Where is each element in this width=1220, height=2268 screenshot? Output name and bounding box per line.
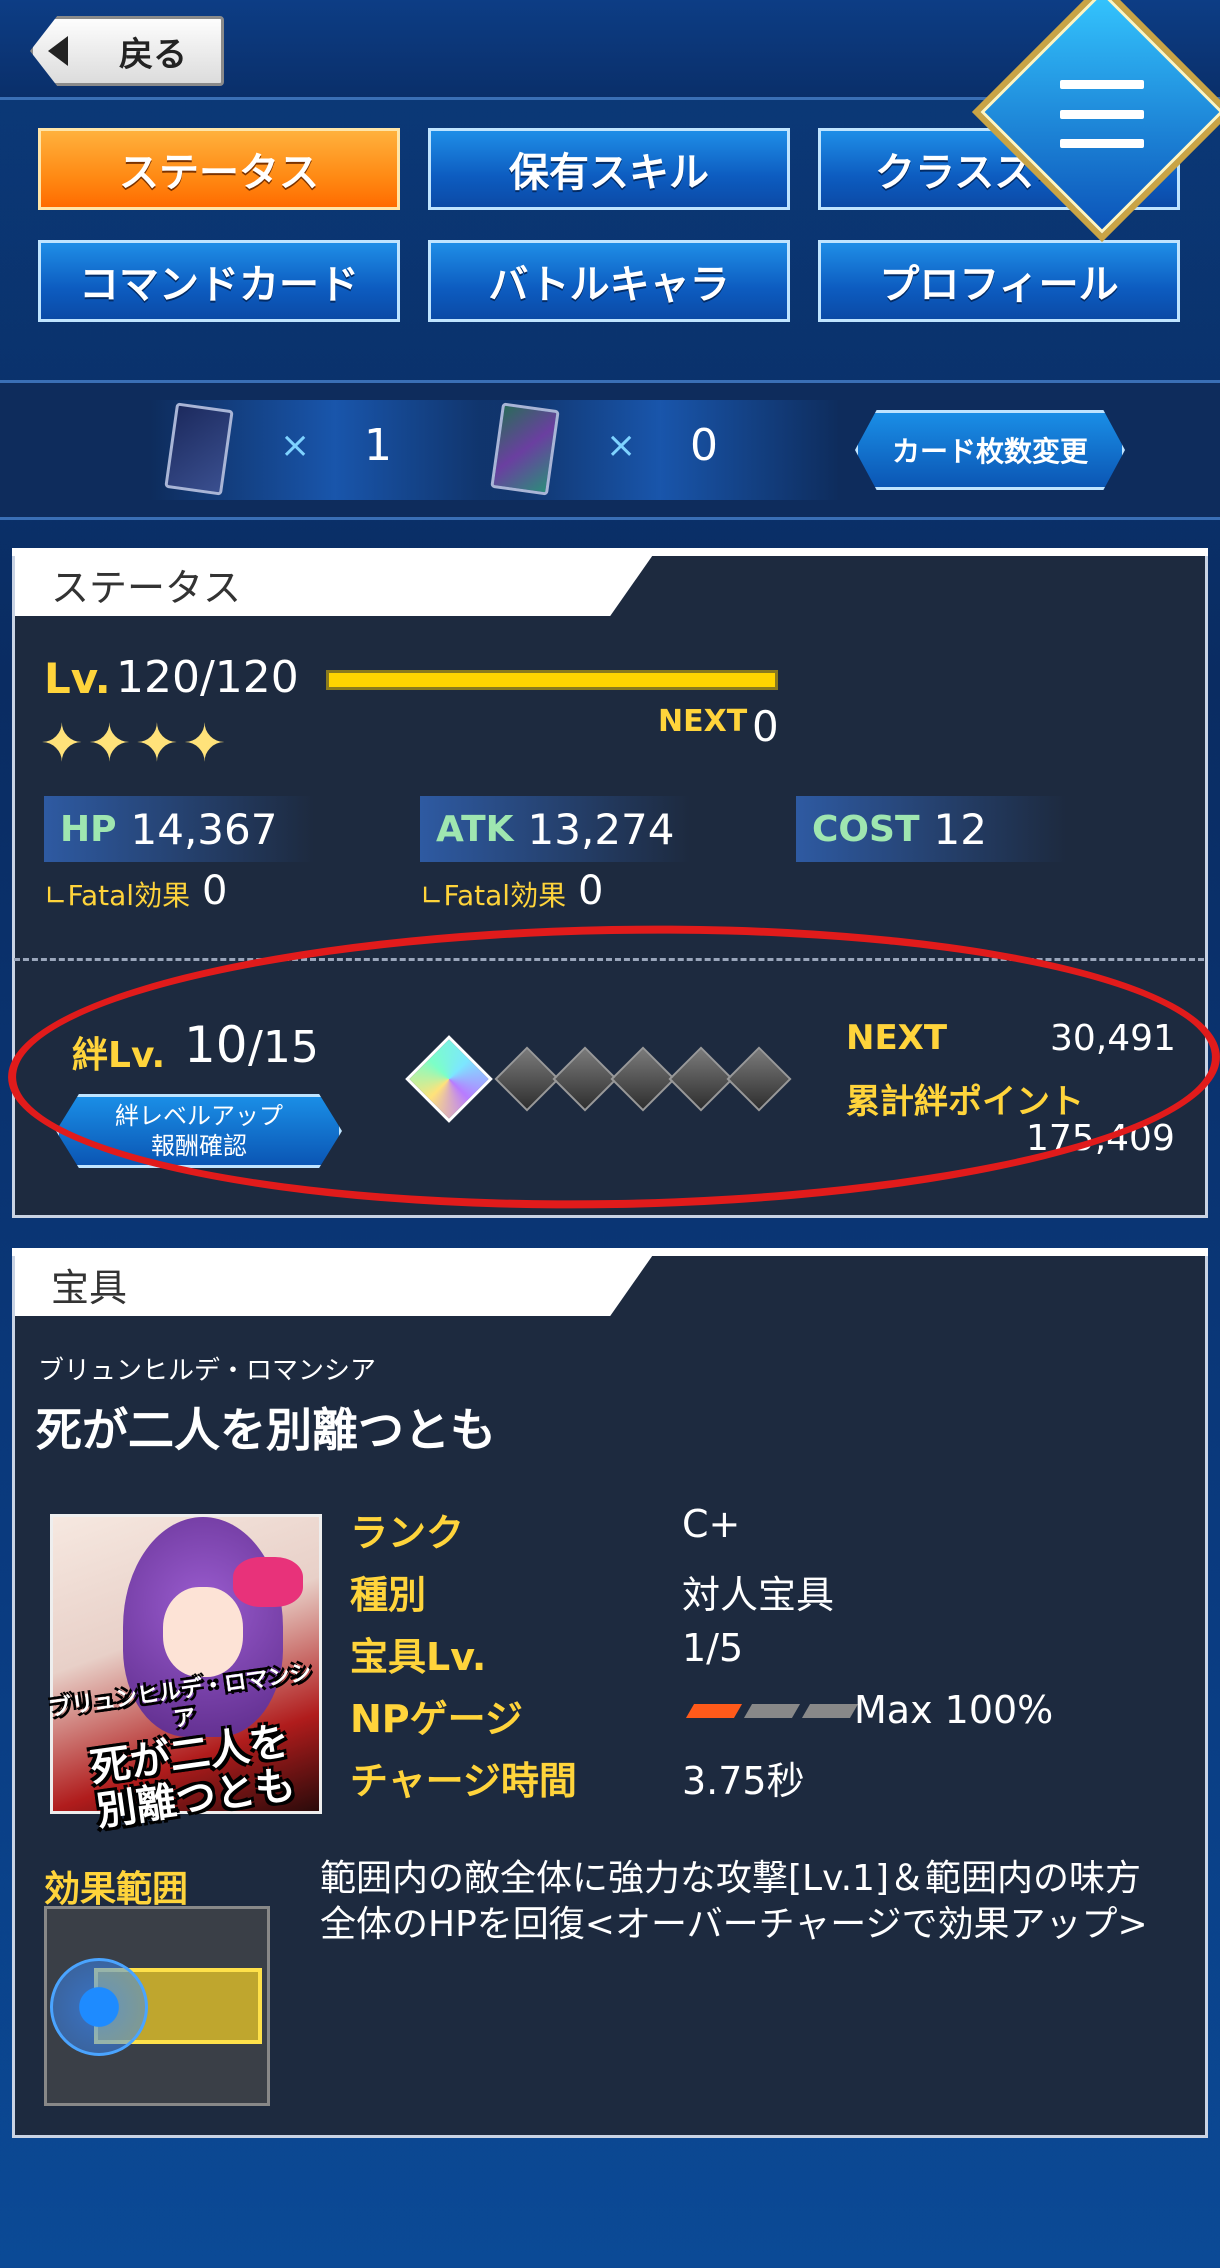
character-ribbon [233,1557,303,1607]
cost-key: COST [812,808,920,850]
type-value: 対人宝具 [682,1573,835,1617]
np-description: 範囲内の敵全体に強力な攻撃[Lv.1]＆範囲内の味方全体のHPを回復<オーバーチ… [320,1858,1148,1945]
rarity-stars: ✦ ✦ ✦ ✦ [40,718,226,770]
np-gauge-value: Max 100% [854,1688,1054,1732]
tab-battle-character[interactable]: バトルキャラ [428,240,790,322]
atk-fatal-value: 0 [578,868,604,914]
card2-count: 0 [690,420,718,471]
star-icon: ✦ [135,714,179,774]
hp-fatal-value: 0 [202,868,228,914]
charge-time-key: チャージ時間 [350,1759,577,1803]
card-back-icon [164,402,234,496]
hp-fatal-label: ∟Fatal効果 [44,879,191,912]
np-ruby: ブリュンヒルデ・ロマンシア [38,1356,377,1386]
status-panel-title: ステータス [15,552,655,616]
atk-stat: ATK 13,274 [420,796,690,862]
character-face [163,1587,243,1677]
level-label: Lv. [44,654,111,703]
next-exp-value: 0 [752,702,779,751]
atk-value: 13,274 [527,804,675,854]
charge-time-value: 3.75秒 [682,1759,805,1803]
tab-status[interactable]: ステータス [38,128,400,210]
menu-icon[interactable] [1060,80,1144,148]
np-card-title: ブリュンヒルデ・ロマンシア 死が二人を 別離つとも [48,1660,314,1836]
tab-skills[interactable]: 保有スキル [428,128,790,210]
star-icon: ✦ [87,714,132,774]
change-card-count-button[interactable]: カード枚数変更 [855,410,1125,490]
np-level-key: 宝具Lv. [350,1635,487,1679]
back-button-label: 戻る [119,34,187,75]
np-gauge-pip [801,1704,859,1718]
atk-key: ATK [436,808,514,850]
times-sign: × [280,425,311,466]
next-exp-label: NEXT [658,704,748,739]
hp-stat: HP 14,367 [44,796,314,862]
cost-value: 12 [933,804,987,854]
np-gauge-pip [743,1704,801,1718]
tab-profile[interactable]: プロフィール [818,240,1180,322]
times-sign: × [606,425,637,466]
level-value: 120/120 [116,652,299,703]
back-arrow-icon [48,36,68,66]
hp-value: 14,367 [130,804,278,854]
tab-command-cards[interactable]: コマンドカード [38,240,400,322]
np-name: 死が二人を別離つとも [36,1403,496,1457]
cost-stat: COST 12 [796,796,1066,862]
effect-range-label: 効果範囲 [44,1869,189,1910]
level-progress-bar [326,670,778,690]
star-icon: ✦ [40,714,84,774]
np-level-value: 1/5 [682,1626,744,1670]
atk-fatal-label: ∟Fatal効果 [420,879,567,912]
rank-key: ランク [350,1511,465,1555]
card-back-icon [490,402,560,496]
np-gauge-pip [685,1704,743,1718]
card1-count: 1 [364,420,392,471]
range-origin-icon [50,1958,148,2056]
np-gauge [685,1704,859,1718]
np-panel-title: 宝具 [15,1252,655,1316]
np-card-image: ブリュンヒルデ・ロマンシア 死が二人を 別離つとも [48,1514,322,1835]
rank-value: C+ [682,1502,741,1546]
np-gauge-key: NPゲージ [350,1697,523,1741]
hp-key: HP [60,808,117,850]
type-key: 種別 [350,1573,427,1617]
star-icon: ✦ [182,714,227,774]
